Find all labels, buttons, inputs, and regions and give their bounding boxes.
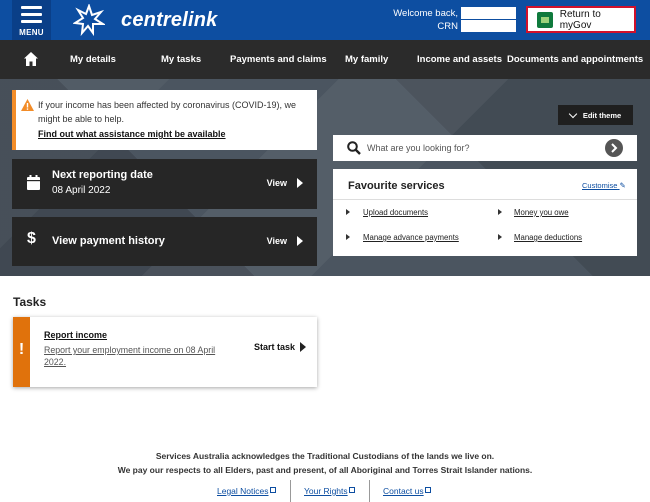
task-title[interactable]: Report income [44,330,107,340]
exclamation-icon: ! [18,341,25,358]
your-rights-link[interactable]: Your Rights [304,486,355,496]
payment-history-title: View payment history [52,235,165,247]
bullet-icon [498,209,502,215]
menu-button[interactable]: MENU [12,0,51,40]
service-manage-advance-payments[interactable]: Manage advance payments [363,233,459,242]
external-link-icon [348,487,355,493]
task-card[interactable]: ! Report income Report your employment i… [13,317,317,387]
acknowledgement-line-1: Services Australia acknowledges the Trad… [155,451,495,461]
home-icon[interactable] [23,51,39,67]
service-money-you-owe[interactable]: Money you owe [514,208,569,217]
warning-icon [21,99,34,111]
footer-links: Legal Notices Your Rights Contact us [0,480,650,502]
next-reporting-card[interactable]: Next reporting date 08 April 2022 View [12,159,317,209]
crn-label: CRN [437,21,458,32]
edit-theme-button[interactable]: Edit theme [558,105,633,125]
search-go-button[interactable] [605,139,623,157]
tasks-heading: Tasks [13,295,47,309]
top-header: MENU centrelink Welcome back, CRN Return… [0,0,650,40]
chevron-right-icon [297,178,303,188]
payment-history-view-button[interactable]: View [267,236,303,246]
nav-item-my-tasks[interactable]: My tasks [161,54,201,65]
chevron-down-icon [568,109,578,118]
next-reporting-title: Next reporting date [52,169,153,181]
legal-notices-link[interactable]: Legal Notices [217,486,276,496]
covid-alert: If your income has been affected by coro… [12,90,317,150]
return-to-mygov-label: Return to myGov [559,8,601,31]
contact-us-link[interactable]: Contact us [383,486,431,496]
customise-label: Customise [582,181,618,190]
menu-label: MENU [19,28,44,37]
search-input[interactable] [367,139,597,157]
centrelink-star-logo-icon [73,4,105,36]
service-manage-deductions[interactable]: Manage deductions [514,233,582,242]
reporting-view-button[interactable]: View [267,178,303,188]
hamburger-icon [21,6,42,27]
nav-item-documents-and-appointments[interactable]: Documents and appointments [507,54,643,65]
chevron-right-icon [300,342,307,352]
bullet-icon [498,234,502,240]
bullet-icon [346,234,350,240]
next-reporting-date: 08 April 2022 [52,185,111,196]
start-task-label: Start task [254,342,296,352]
customise-link[interactable]: Customise ✎ [582,181,626,190]
search-icon [347,141,361,155]
contact-us-label: Contact us [383,486,424,496]
start-task-button[interactable]: Start task [254,342,307,352]
nav-item-my-details[interactable]: My details [70,54,116,65]
alert-message: If your income has been affected by coro… [38,100,296,124]
task-description[interactable]: Report your employment income on 08 Apri… [44,344,219,368]
service-upload-documents[interactable]: Upload documents [363,208,428,217]
mygov-icon [537,11,553,28]
external-link-icon [424,487,431,493]
payment-history-card[interactable]: $ View payment history View [12,217,317,266]
your-rights-label: Your Rights [304,486,348,496]
nav-item-my-family[interactable]: My family [345,54,388,65]
nav-item-income-and-assets[interactable]: Income and assets [417,54,502,65]
user-name-redacted [461,7,516,19]
nav-item-payments-and-claims[interactable]: Payments and claims [230,54,327,65]
divider [333,199,637,200]
chevron-right-icon [297,236,303,246]
divider [369,480,370,502]
calendar-icon [27,175,40,190]
bullet-icon [346,209,350,215]
crn-redacted [461,20,516,32]
view-label: View [266,178,287,188]
assistance-link[interactable]: Find out what assistance might be availa… [38,129,226,139]
view-label: View [266,236,287,246]
main-nav: My details My tasks Payments and claims … [0,40,650,79]
external-link-icon [269,487,276,493]
divider [290,480,291,502]
pencil-icon: ✎ [619,181,626,190]
brand-name[interactable]: centrelink [121,9,217,32]
search-bar [333,135,637,161]
dollar-icon: $ [27,230,36,247]
favourite-services-title: Favourite services [348,180,445,192]
return-to-mygov-button[interactable]: Return to myGov [526,6,636,33]
acknowledgement-line-2: We pay our respects to all Elders, past … [117,465,533,475]
legal-notices-label: Legal Notices [217,486,269,496]
welcome-text: Welcome back, [393,8,458,19]
favourite-services-panel: Favourite services Customise ✎ Upload do… [333,169,637,256]
edit-theme-label: Edit theme [582,110,622,120]
